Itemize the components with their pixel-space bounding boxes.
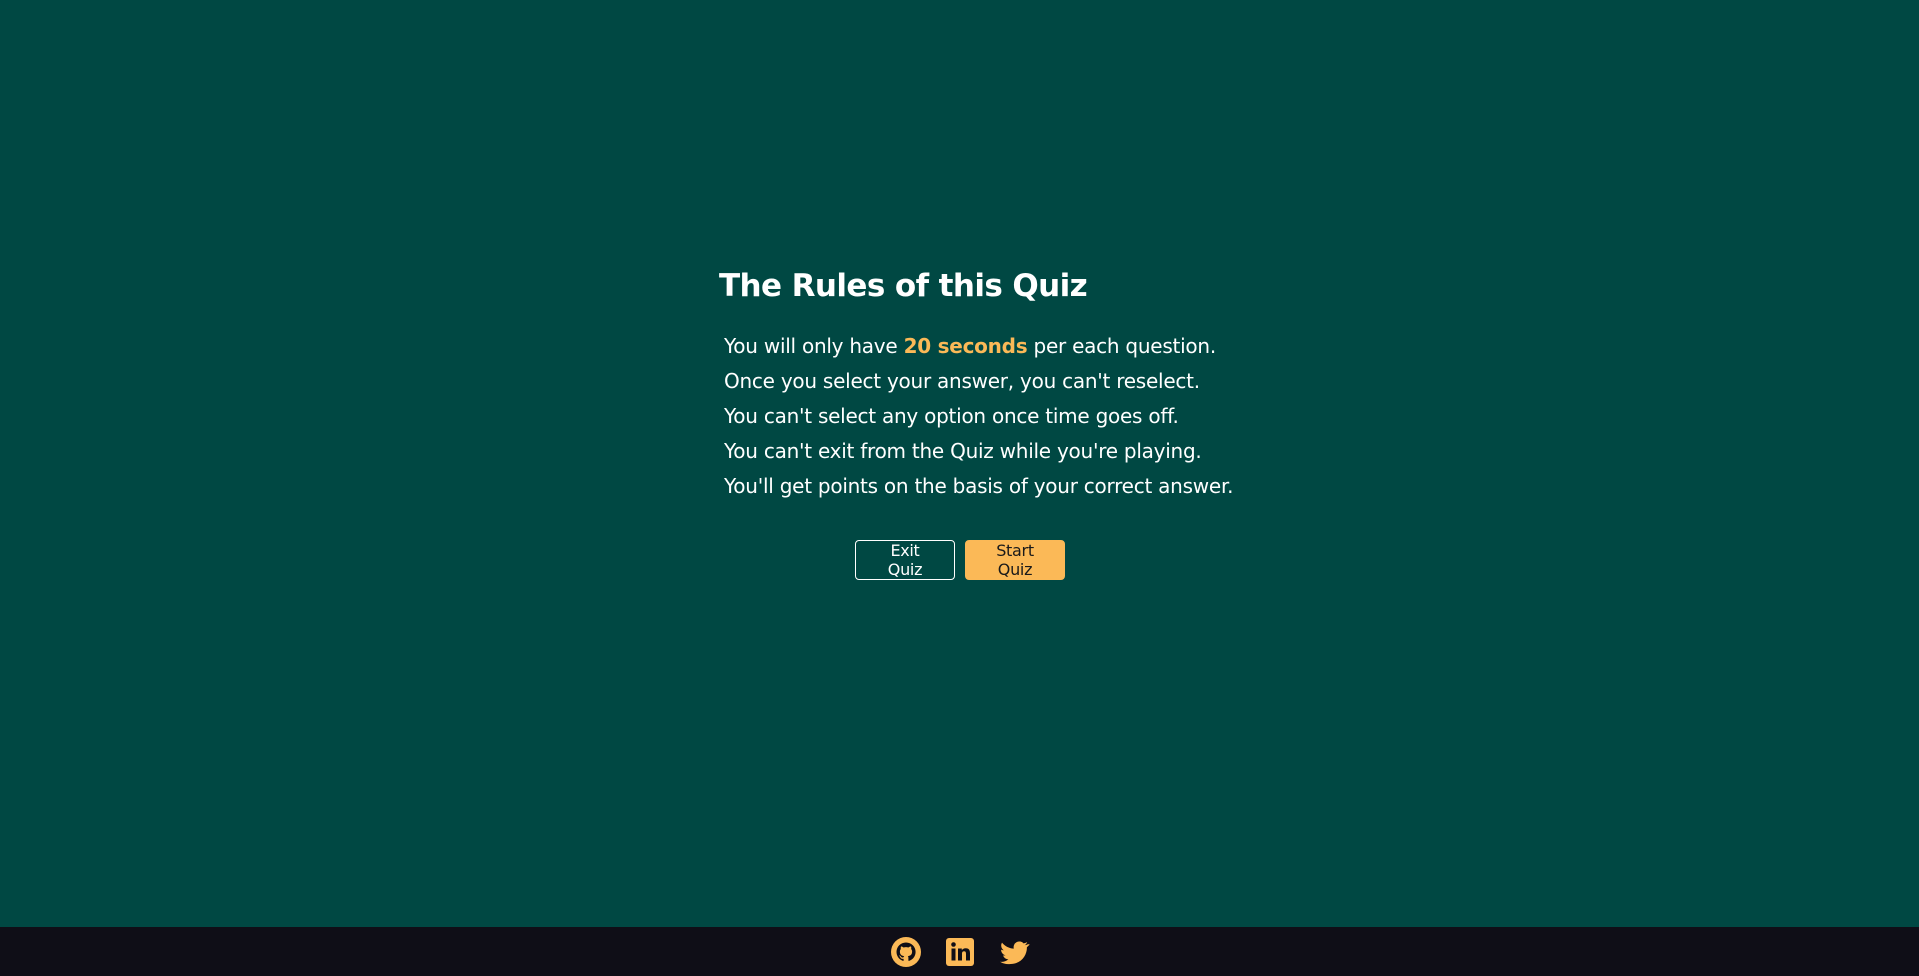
github-icon xyxy=(890,936,922,968)
linkedin-link[interactable] xyxy=(944,936,976,968)
rule-item: Once you select your answer, you can't r… xyxy=(724,369,1200,393)
rule-item: You can't select any option once time go… xyxy=(724,404,1179,428)
rule-item: You'll get points on the basis of your c… xyxy=(724,474,1234,498)
twitter-icon xyxy=(998,936,1030,968)
exit-quiz-button[interactable]: Exit Quiz xyxy=(855,540,955,580)
time-limit-highlight: 20 seconds xyxy=(903,334,1028,358)
github-link[interactable] xyxy=(890,936,922,968)
rules-panel: The Rules of this Quiz You will only hav… xyxy=(719,268,1239,504)
start-quiz-button[interactable]: Start Quiz xyxy=(965,540,1065,580)
rules-list: You will only have 20 seconds per each q… xyxy=(724,329,1239,504)
main-area: The Rules of this Quiz You will only hav… xyxy=(0,0,1919,927)
rule-text: per each question. xyxy=(1027,334,1216,358)
footer xyxy=(0,927,1919,976)
linkedin-icon xyxy=(944,936,976,968)
rule-item: You can't exit from the Quiz while you'r… xyxy=(724,439,1202,463)
rule-text: You will only have xyxy=(724,334,904,358)
action-buttons: Exit Quiz Start Quiz xyxy=(855,540,1065,580)
rule-item: You will only have 20 seconds per each q… xyxy=(724,329,1239,364)
twitter-link[interactable] xyxy=(998,936,1030,968)
rules-title: The Rules of this Quiz xyxy=(719,268,1088,304)
